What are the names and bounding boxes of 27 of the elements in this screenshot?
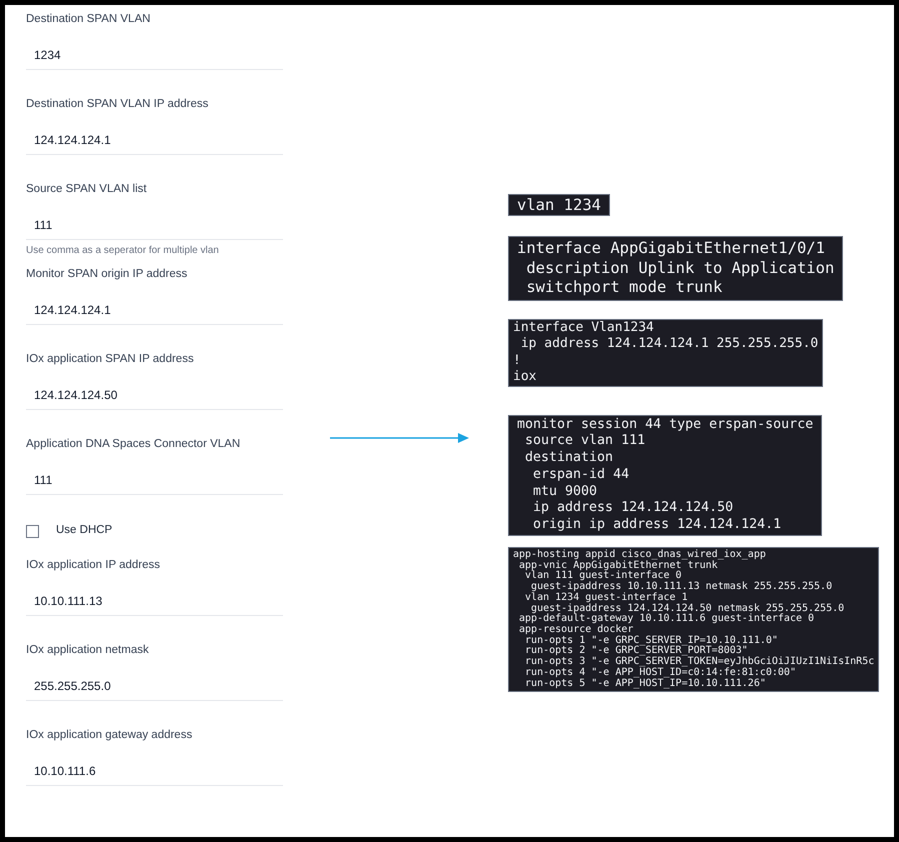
input-field[interactable]: 111 (26, 465, 283, 495)
code-block: monitor session 44 type erspan-source source vlan 111 destination erspan-id 44 mtu 9000 ip address 124.124.124.50 origin ip address 124.124.124.1 (508, 414, 822, 536)
input-field[interactable]: 124.124.124.50 (26, 380, 283, 410)
field-label: Application DNA Spaces Connector VLAN (26, 437, 242, 452)
checkbox-label: Use DHCP (56, 523, 112, 538)
input-field[interactable]: 124.124.124.1 (26, 125, 283, 155)
field-label: IOx application gateway address (26, 728, 194, 743)
field-label: Destination SPAN VLAN IP address (26, 97, 210, 112)
input-field[interactable]: 124.124.124.1 (26, 295, 283, 325)
hint-text: Use comma as a seperator for multiple vlan (26, 244, 220, 258)
arrow-icon (330, 432, 470, 444)
code-block: vlan 1234 (508, 194, 610, 216)
field-label: Source SPAN VLAN list (26, 182, 148, 197)
input-field[interactable]: 111 (26, 210, 283, 240)
input-field[interactable]: 10.10.111.13 (26, 586, 283, 616)
field-label: Monitor SPAN origin IP address (26, 267, 188, 282)
checkbox[interactable] (26, 524, 39, 538)
field-label: IOx application netmask (26, 643, 150, 658)
code-block: interface AppGigabitEthernet1/0/1 description Uplink to Application switchport mode trunk (508, 236, 844, 300)
code-block: app-hosting appid cisco_dnas_wired_iox_app app-vnic AppGigabitEthernet trunk vlan 111 guest-interface 0 guest-ipaddress 10.10.111.13 netmask 255.255.255.0 vlan 1234 guest-interface 1 guest-ipaddress 124.124.124.50 netmask 255.255.255.0 app-default-gateway 10.10.111.6 guest-interface 0 app-resource docker run-opts 1 "-e GRPC_SERVER_IP=10.10.111.0" run-opts 2 "-e GRPC_SERVER_PORT=8003" run-opts 3 "-e GRPC_SERVER_TOKEN=eyJhbGciOiJIUzI1NiIsInR5c run-opts 4 "-e APP_HOST_ID=c0:14:fe:81:c0:00" run-opts 5 "-e APP_HOST_IP=10.10.111.26" (508, 547, 880, 692)
field-label: IOx application IP address (26, 558, 162, 573)
code-block: interface Vlan1234 ip address 124.124.124.1 255.255.255.0 ! iox (508, 318, 824, 386)
field-label: IOx application SPAN IP address (26, 352, 195, 367)
field-label: Destination SPAN VLAN (26, 12, 152, 27)
input-field[interactable]: 10.10.111.6 (26, 756, 283, 786)
input-field[interactable]: 255.255.255.0 (26, 671, 283, 701)
input-field[interactable]: 1234 (26, 40, 283, 70)
